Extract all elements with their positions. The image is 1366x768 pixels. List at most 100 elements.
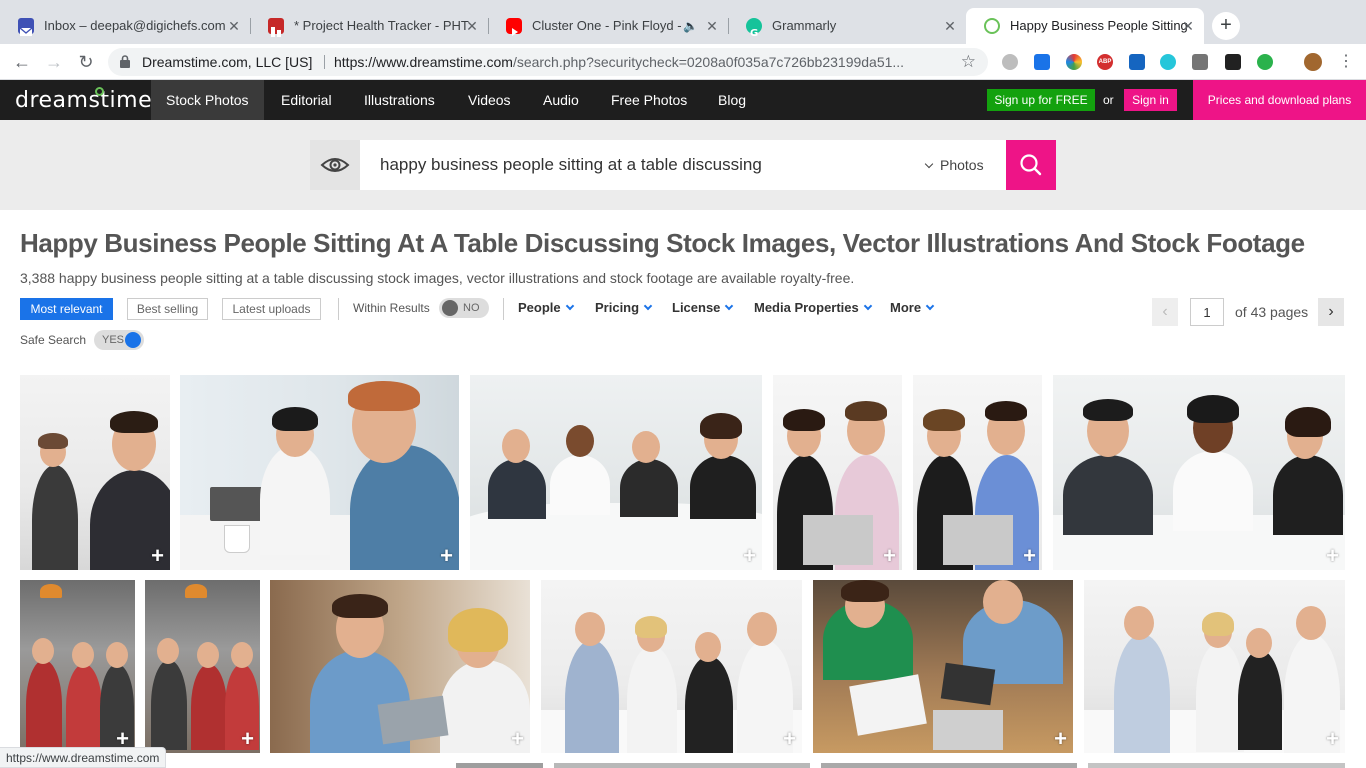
- result-thumbnail[interactable]: +: [1084, 580, 1345, 753]
- extension-blue-icon[interactable]: [1034, 54, 1050, 70]
- bookmark-star-icon[interactable]: ☆: [961, 48, 976, 76]
- close-icon[interactable]: ✕: [1180, 8, 1196, 44]
- nav-blog[interactable]: Blog: [703, 80, 761, 120]
- person-figure: [1238, 650, 1282, 750]
- person-figure: [685, 656, 733, 753]
- result-thumbnail[interactable]: [1088, 763, 1345, 768]
- signin-button[interactable]: Sign in: [1124, 89, 1177, 111]
- result-thumbnail[interactable]: +: [20, 580, 135, 753]
- search-type-select[interactable]: Photos: [924, 140, 984, 190]
- forward-icon[interactable]: →: [42, 50, 66, 74]
- filter-license[interactable]: License: [672, 298, 734, 318]
- speaker-icon[interactable]: 🔈: [683, 8, 698, 44]
- tab-dreamstime-active[interactable]: Happy Business People Sitting ✕: [966, 8, 1204, 44]
- extension-shield-icon[interactable]: [1192, 54, 1208, 70]
- nav-illustrations[interactable]: Illustrations: [349, 80, 450, 120]
- back-icon[interactable]: ←: [10, 50, 34, 74]
- add-to-lightbox-icon[interactable]: +: [1326, 545, 1339, 567]
- person-head: [157, 638, 179, 664]
- results-count-text: 3,388 happy business people sitting at a…: [20, 270, 855, 286]
- filter-more[interactable]: More: [890, 298, 935, 318]
- add-to-lightbox-icon[interactable]: +: [1054, 728, 1067, 750]
- reload-icon[interactable]: ↻: [74, 50, 98, 74]
- next-page-button[interactable]: ›: [1318, 298, 1344, 326]
- signup-button[interactable]: Sign up for FREE: [987, 89, 1095, 111]
- result-thumbnail[interactable]: +: [1053, 375, 1345, 570]
- sort-most-relevant[interactable]: Most relevant: [20, 298, 113, 320]
- person-figure: [565, 640, 619, 753]
- nav-editorial[interactable]: Editorial: [266, 80, 347, 120]
- tab-project-health[interactable]: * Project Health Tracker - PHT ✕: [250, 8, 488, 44]
- result-thumbnail[interactable]: +: [180, 375, 459, 570]
- nav-videos[interactable]: Videos: [453, 80, 526, 120]
- add-to-lightbox-icon[interactable]: +: [151, 545, 164, 567]
- result-thumbnail[interactable]: +: [813, 580, 1073, 753]
- result-thumbnail[interactable]: +: [20, 375, 170, 570]
- dreamstime-icon: [984, 18, 1000, 34]
- page-number-input[interactable]: [1190, 298, 1224, 326]
- chevron-down-icon: [925, 301, 935, 311]
- nav-free-photos[interactable]: Free Photos: [596, 80, 702, 120]
- close-icon[interactable]: ✕: [942, 8, 958, 44]
- pendant-lamp: [40, 584, 62, 598]
- tab-youtube[interactable]: Cluster One - Pink Floyd - 🔈 ✕: [488, 8, 728, 44]
- sort-best-selling[interactable]: Best selling: [127, 298, 208, 320]
- filter-people[interactable]: People: [518, 298, 574, 318]
- adblock-icon[interactable]: ABP: [1097, 54, 1113, 70]
- filter-media-properties[interactable]: Media Properties: [754, 298, 873, 318]
- dreamstime-logo[interactable]: dreamstime: [15, 80, 152, 122]
- add-to-lightbox-icon[interactable]: +: [511, 728, 524, 750]
- result-thumbnail[interactable]: [456, 763, 543, 768]
- within-results-label: Within Results: [353, 301, 430, 315]
- nav-stock-photos[interactable]: Stock Photos: [151, 80, 264, 120]
- add-to-lightbox-icon[interactable]: +: [883, 545, 896, 567]
- extension-gray-icon[interactable]: [1002, 54, 1018, 70]
- add-to-lightbox-icon[interactable]: +: [116, 728, 129, 750]
- extension-green-icon[interactable]: [1257, 54, 1273, 70]
- prev-page-button[interactable]: ‹: [1152, 298, 1178, 326]
- tab-grammarly[interactable]: G Grammarly ✕: [728, 8, 966, 44]
- prices-plans-button[interactable]: Prices and download plans: [1193, 80, 1366, 120]
- search-input[interactable]: [380, 140, 900, 190]
- logo-mark-icon: [95, 87, 104, 96]
- close-icon[interactable]: ✕: [704, 8, 720, 44]
- person-head: [1124, 606, 1154, 640]
- result-thumbnail[interactable]: +: [773, 375, 902, 570]
- sort-latest-uploads[interactable]: Latest uploads: [222, 298, 321, 320]
- address-bar[interactable]: Dreamstime.com, LLC [US] https://www.dre…: [108, 48, 988, 76]
- visual-search-button[interactable]: [310, 140, 360, 190]
- result-thumbnail[interactable]: [821, 763, 1077, 768]
- chevron-down-icon: [565, 301, 574, 311]
- add-to-lightbox-icon[interactable]: +: [743, 545, 756, 567]
- add-to-lightbox-icon[interactable]: +: [1326, 728, 1339, 750]
- close-icon[interactable]: ✕: [464, 8, 480, 44]
- menu-kebab-icon[interactable]: ⋮: [1334, 50, 1358, 74]
- result-thumbnail[interactable]: +: [470, 375, 762, 570]
- chevron-down-icon: [924, 159, 934, 169]
- result-thumbnail[interactable]: +: [270, 580, 530, 753]
- add-to-lightbox-icon[interactable]: +: [783, 728, 796, 750]
- add-to-lightbox-icon[interactable]: +: [440, 545, 453, 567]
- extension-color-icon[interactable]: [1066, 54, 1082, 70]
- profile-avatar[interactable]: [1304, 53, 1322, 71]
- nav-audio[interactable]: Audio: [528, 80, 594, 120]
- person-head: [1296, 606, 1326, 640]
- new-tab-button[interactable]: +: [1212, 12, 1240, 40]
- add-to-lightbox-icon[interactable]: +: [1023, 545, 1036, 567]
- tab-title: Inbox – deepak@digichefs.com: [44, 18, 226, 33]
- extension-p-icon[interactable]: [1129, 54, 1145, 70]
- safe-search-toggle[interactable]: YES: [94, 330, 144, 350]
- result-thumbnail[interactable]: +: [145, 580, 260, 753]
- close-icon[interactable]: ✕: [226, 8, 242, 44]
- person-figure: [1114, 634, 1170, 753]
- within-results-toggle[interactable]: NO: [439, 298, 489, 318]
- filter-pricing[interactable]: Pricing: [595, 298, 653, 318]
- add-to-lightbox-icon[interactable]: +: [241, 728, 254, 750]
- extension-a-icon[interactable]: [1225, 54, 1241, 70]
- extension-m-icon[interactable]: [1160, 54, 1176, 70]
- result-thumbnail[interactable]: +: [913, 375, 1042, 570]
- result-thumbnail[interactable]: +: [541, 580, 802, 753]
- search-button[interactable]: [1006, 140, 1056, 190]
- tab-inbox[interactable]: Inbox – deepak@digichefs.com ✕: [0, 8, 250, 44]
- result-thumbnail[interactable]: [554, 763, 810, 768]
